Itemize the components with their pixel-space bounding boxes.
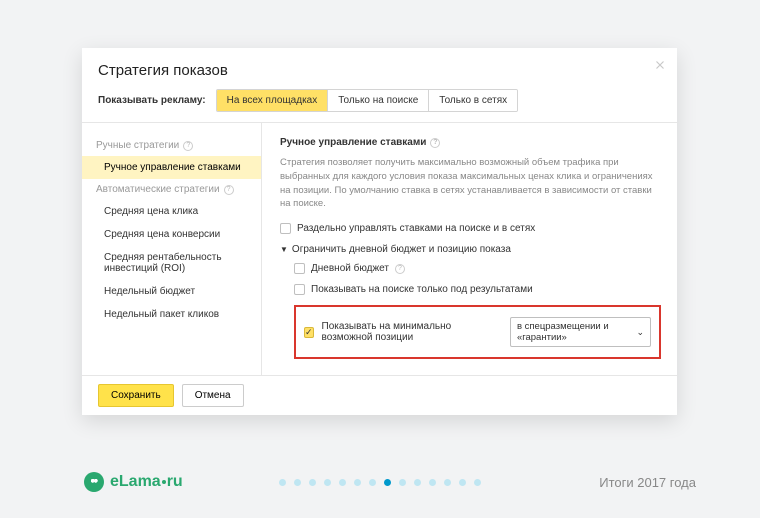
elama-logo: eLamaru	[84, 472, 183, 492]
strategy-content: Ручное управление ставками ? Стратегия п…	[262, 123, 677, 375]
dialog-footer: Сохранить Отмена	[82, 375, 677, 415]
footer-caption: Итоги 2017 года	[599, 475, 696, 490]
strategy-dialog: Стратегия показов Показывать рекламу: На…	[82, 48, 677, 415]
checkbox-separate-bids[interactable]: Раздельно управлять ставками на поиске и…	[280, 223, 661, 234]
content-title: Ручное управление ставками	[280, 137, 426, 148]
dialog-title: Стратегия показов	[98, 62, 661, 79]
pagination-dot[interactable]	[414, 479, 421, 486]
chevron-down-icon: ⌄	[636, 327, 644, 338]
position-dropdown[interactable]: в спецразмещении и «гарантии» ⌄	[510, 317, 651, 347]
checkbox-daily-budget[interactable]: Дневной бюджет ?	[294, 263, 661, 274]
sidebar-item-weekly-clicks[interactable]: Недельный пакет кликов	[82, 303, 261, 326]
dialog-header: Стратегия показов Показывать рекламу: На…	[82, 48, 677, 123]
sidebar-header-manual-label: Ручные стратегии	[96, 140, 179, 151]
tab-network-only[interactable]: Только в сетях	[428, 90, 517, 111]
placement-tabs-label: Показывать рекламу:	[98, 95, 206, 106]
triangle-down-icon: ▼	[280, 245, 288, 254]
checkbox-icon	[280, 223, 291, 234]
strategy-sidebar: Ручные стратегии ? Ручное управление ста…	[82, 123, 262, 375]
checkbox-icon-checked[interactable]	[304, 327, 314, 338]
sidebar-item-avg-cpa[interactable]: Средняя цена конверсии	[82, 223, 261, 246]
pagination-dot[interactable]	[369, 479, 376, 486]
placement-tabs: На всех площадках Только на поиске Тольк…	[216, 89, 518, 112]
sidebar-item-avg-roi[interactable]: Средняя рентабельность инвестиций (ROI)	[82, 246, 261, 280]
pagination-dots	[279, 479, 481, 486]
cancel-button[interactable]: Отмена	[182, 384, 244, 407]
pagination-dot[interactable]	[429, 479, 436, 486]
content-title-row: Ручное управление ставками ?	[280, 137, 661, 148]
pagination-dot[interactable]	[459, 479, 466, 486]
help-icon[interactable]: ?	[395, 264, 405, 274]
min-position-highlight: Показывать на минимально возможной позиц…	[294, 305, 661, 359]
help-icon[interactable]: ?	[183, 141, 193, 151]
dialog-body: Ручные стратегии ? Ручное управление ста…	[82, 123, 677, 375]
content-description: Стратегия позволяет получить максимально…	[280, 156, 661, 211]
sidebar-header-manual: Ручные стратегии ?	[82, 135, 261, 156]
pagination-dot[interactable]	[384, 479, 391, 486]
pagination-dot[interactable]	[444, 479, 451, 486]
tab-search-only[interactable]: Только на поиске	[327, 90, 428, 111]
pagination-dot[interactable]	[354, 479, 361, 486]
save-button[interactable]: Сохранить	[98, 384, 174, 407]
checkbox-below-label: Показывать на поиске только под результа…	[311, 284, 533, 295]
logo-dot-icon	[162, 480, 166, 484]
page-footer: eLamaru Итоги 2017 года	[0, 472, 760, 492]
checkbox-icon	[294, 284, 305, 295]
checkbox-budget-label: Дневной бюджет	[311, 263, 389, 274]
sidebar-header-auto: Автоматические стратегии ?	[82, 179, 261, 200]
logo-text-suffix: ru	[167, 473, 183, 490]
logo-text-prefix: eLama	[110, 473, 161, 490]
logo-bug-icon	[84, 472, 104, 492]
min-position-label: Показывать на минимально возможной позиц…	[322, 321, 502, 343]
pagination-dot[interactable]	[294, 479, 301, 486]
help-icon[interactable]: ?	[224, 185, 234, 195]
position-dropdown-value: в спецразмещении и «гарантии»	[517, 321, 631, 343]
pagination-dot[interactable]	[474, 479, 481, 486]
placement-tabs-row: Показывать рекламу: На всех площадках То…	[98, 89, 661, 112]
sidebar-item-avg-cpc[interactable]: Средняя цена клика	[82, 200, 261, 223]
sidebar-item-weekly-budget[interactable]: Недельный бюджет	[82, 280, 261, 303]
tab-all-placements[interactable]: На всех площадках	[217, 90, 328, 111]
limit-collapser-label: Ограничить дневной бюджет и позицию пока…	[292, 244, 511, 255]
pagination-dot[interactable]	[279, 479, 286, 486]
pagination-dot[interactable]	[324, 479, 331, 486]
help-icon[interactable]: ?	[430, 138, 440, 148]
sidebar-item-manual-bids[interactable]: Ручное управление ставками	[82, 156, 261, 179]
pagination-dot[interactable]	[309, 479, 316, 486]
close-icon[interactable]	[653, 58, 667, 72]
checkbox-below-results[interactable]: Показывать на поиске только под результа…	[294, 284, 661, 295]
sidebar-header-auto-label: Автоматические стратегии	[96, 184, 220, 195]
pagination-dot[interactable]	[339, 479, 346, 486]
checkbox-separate-label: Раздельно управлять ставками на поиске и…	[297, 223, 535, 234]
limit-collapser[interactable]: ▼ Ограничить дневной бюджет и позицию по…	[280, 244, 661, 255]
limit-section: Дневной бюджет ? Показывать на поиске то…	[280, 263, 661, 359]
pagination-dot[interactable]	[399, 479, 406, 486]
checkbox-icon	[294, 263, 305, 274]
